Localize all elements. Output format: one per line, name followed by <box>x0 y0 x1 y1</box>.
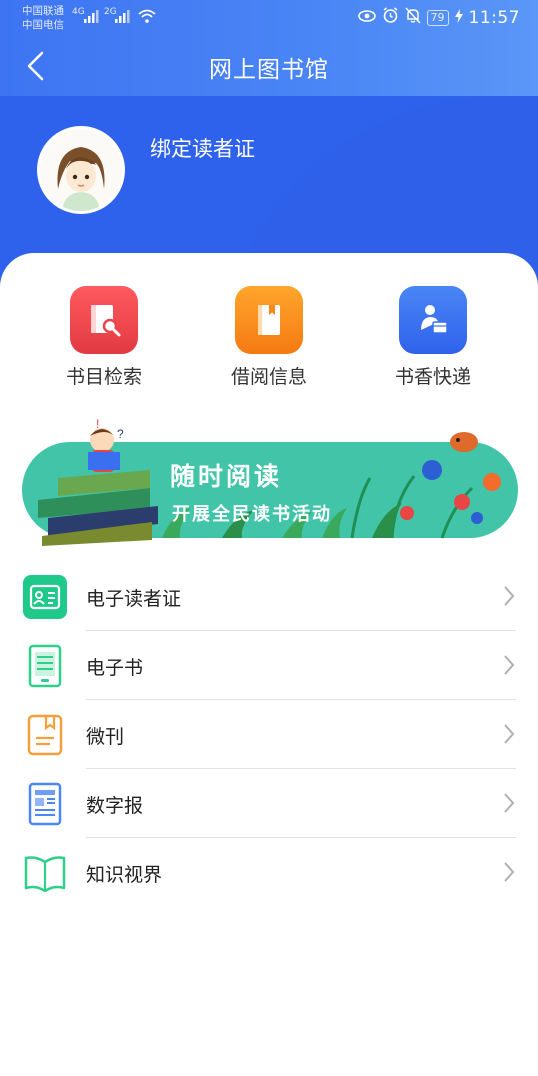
quick-action-label: 书目检索 <box>65 366 142 388</box>
clock: 11:57 <box>468 8 520 28</box>
carrier-1: 中国联通 <box>22 5 64 17</box>
alarm-icon <box>382 7 399 29</box>
bind-reader-card-link[interactable]: 绑定读者证 <box>150 133 255 163</box>
chevron-right-icon <box>504 724 515 744</box>
nav-bar: 网上图书馆 <box>0 36 538 96</box>
digital-newspaper-icon <box>22 781 68 827</box>
list-item-label: 数字报 <box>86 795 144 817</box>
user-avatar-icon <box>40 129 122 211</box>
list-item-label: 电子读者证 <box>86 588 182 610</box>
list-item-label: 知识视界 <box>86 864 163 886</box>
charging-icon <box>454 8 463 28</box>
quick-action-icon-bg <box>399 286 467 354</box>
list-item-label: 微刊 <box>86 726 125 748</box>
list-item-e-reader-card[interactable]: 电子读者证 <box>0 562 538 631</box>
status-bar: 中国联通 中国电信 4G 2G 79 11:57 <box>0 0 538 36</box>
signal-2-icon <box>114 8 132 28</box>
list-item-micro-journal[interactable]: 微刊 <box>0 700 538 769</box>
svg-text:!: ! <box>96 418 99 431</box>
avatar[interactable] <box>37 126 125 214</box>
quick-action-icon-bg <box>70 286 138 354</box>
reader-card-icon <box>22 574 68 620</box>
battery-level: 79 <box>426 10 449 26</box>
ebook-icon <box>22 643 68 689</box>
feature-list: 电子读者证 电子书 微刊 数字报 知识视界 <box>0 562 538 907</box>
quick-action-label: 借阅信息 <box>230 366 307 388</box>
open-book-icon <box>22 850 68 896</box>
quick-action-label: 书香快递 <box>394 366 471 388</box>
chevron-right-icon <box>504 586 515 606</box>
chevron-right-icon <box>504 655 515 675</box>
list-item-digital-newspaper[interactable]: 数字报 <box>0 769 538 838</box>
quick-action-icon-bg <box>235 286 303 354</box>
banner-title: 随时阅读 <box>170 462 283 491</box>
status-right: 79 11:57 <box>357 7 521 29</box>
list-item-label: 电子书 <box>86 657 144 679</box>
banner-subtitle: 开展全民读书活动 <box>172 504 332 525</box>
carrier-labels: 中国联通 中国电信 <box>22 4 64 32</box>
list-item-knowledge-vision[interactable]: 知识视界 <box>0 838 538 907</box>
page-title: 网上图书馆 <box>209 57 329 83</box>
book-icon <box>258 305 280 335</box>
delivery-icon <box>421 305 448 334</box>
book-search-icon <box>91 305 121 337</box>
chevron-right-icon <box>504 862 515 882</box>
eye-comfort-icon <box>357 8 376 28</box>
micro-journal-icon <box>22 712 68 758</box>
carrier-2: 中国电信 <box>22 19 64 31</box>
list-item-ebook[interactable]: 电子书 <box>0 631 538 700</box>
signal-1-icon <box>83 8 101 28</box>
chevron-right-icon <box>504 793 515 813</box>
mute-icon <box>404 7 421 29</box>
quick-action-borrow-info[interactable]: 借阅信息 <box>189 286 349 389</box>
svg-text:?: ? <box>117 427 124 441</box>
quick-action-catalog-search[interactable]: 书目检索 <box>24 286 184 389</box>
wifi-icon <box>137 8 157 28</box>
quick-action-book-delivery[interactable]: 书香快递 <box>353 286 513 389</box>
